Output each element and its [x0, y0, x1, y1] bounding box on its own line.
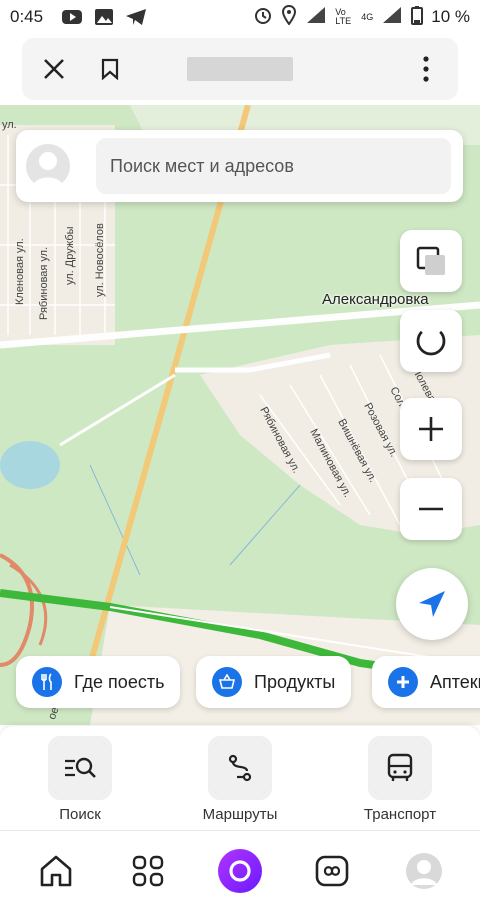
nav-profile[interactable] — [396, 843, 452, 899]
plus-icon — [388, 667, 418, 697]
battery-icon — [411, 5, 424, 30]
search-bar — [16, 130, 463, 202]
zoom-in-button[interactable] — [400, 398, 462, 460]
gallery-icon — [93, 8, 115, 26]
street-label: Кленовая ул. — [14, 238, 26, 305]
screen: 0:45 Vo LTE 4G 10 % ул. Кленовая ул. Ряб… — [0, 0, 480, 910]
route-icon — [208, 736, 272, 800]
alice-map-button[interactable] — [400, 310, 462, 372]
transport-action[interactable]: Транспорт — [340, 736, 460, 823]
street-label: Рябиновая ул. — [38, 246, 50, 320]
close-button[interactable] — [34, 49, 74, 89]
battery-percent: 10 % — [431, 7, 470, 26]
fork-knife-icon — [32, 667, 62, 697]
nav-services[interactable] — [120, 843, 176, 899]
profile-icon — [406, 853, 442, 889]
bookmark-button[interactable] — [90, 49, 130, 89]
status-bar: 0:45 Vo LTE 4G 10 % — [0, 0, 480, 34]
avatar[interactable] — [26, 144, 70, 188]
status-right: Vo LTE 4G 10 % — [253, 0, 470, 34]
signal-icon-2 — [381, 5, 403, 30]
close-icon — [44, 59, 64, 79]
alarm-icon — [253, 5, 273, 30]
telegram-icon — [125, 8, 147, 26]
routes-action[interactable]: Маршруты — [180, 736, 300, 823]
navigation-arrow-icon — [419, 591, 445, 617]
chip-label: Аптеки — [430, 671, 480, 692]
youtube-icon — [61, 8, 83, 26]
tabs-icon — [315, 855, 349, 887]
nav-alice[interactable] — [212, 843, 268, 899]
grid-icon — [132, 855, 164, 887]
lte-label: Vo LTE — [335, 7, 352, 26]
layers-button[interactable] — [400, 230, 462, 292]
signal-icon — [305, 5, 327, 30]
chip-food[interactable]: Где поесть — [16, 656, 181, 708]
panel-label: Поиск — [59, 806, 101, 823]
chip-pharmacy[interactable]: Аптеки — [372, 656, 480, 708]
panel-label: Маршруты — [202, 806, 278, 823]
alice-icon — [218, 849, 262, 893]
street-label-top: ул. — [2, 119, 17, 131]
nav-home[interactable] — [28, 843, 84, 899]
plus-icon — [419, 417, 443, 441]
bus-icon — [368, 736, 432, 800]
bottom-nav — [0, 830, 480, 910]
browser-bar — [22, 38, 458, 100]
chip-label: Где поесть — [74, 671, 165, 692]
chip-groceries[interactable]: Продукты — [196, 656, 352, 708]
menu-button[interactable] — [406, 49, 446, 89]
network-label: 4G — [361, 12, 374, 22]
bookmark-icon — [101, 58, 119, 80]
action-panel: Поиск Маршруты Транспорт — [0, 726, 480, 830]
url-placeholder[interactable] — [187, 57, 293, 81]
alice-icon — [416, 326, 446, 356]
home-icon — [40, 855, 72, 887]
category-chips: Где поесть Продукты Аптеки — [0, 656, 480, 712]
zoom-out-button[interactable] — [400, 478, 462, 540]
chip-label: Продукты — [254, 671, 336, 692]
search-list-icon — [48, 736, 112, 800]
status-time: 0:45 — [10, 7, 44, 26]
my-location-button[interactable] — [396, 568, 468, 640]
location-icon — [281, 4, 297, 30]
search-input[interactable] — [96, 138, 451, 194]
basket-icon — [212, 667, 242, 697]
search-action[interactable]: Поиск — [20, 736, 140, 823]
more-vert-icon — [423, 56, 429, 82]
minus-icon — [419, 507, 443, 511]
town-label: Александровка — [322, 291, 429, 308]
nav-tabs[interactable] — [304, 843, 360, 899]
panel-label: Транспорт — [363, 806, 437, 823]
user-icon — [32, 152, 64, 188]
street-label: ул. Новосёлов — [94, 223, 106, 297]
layers-icon — [416, 246, 445, 275]
street-label: ул. Дружбы — [64, 226, 76, 285]
